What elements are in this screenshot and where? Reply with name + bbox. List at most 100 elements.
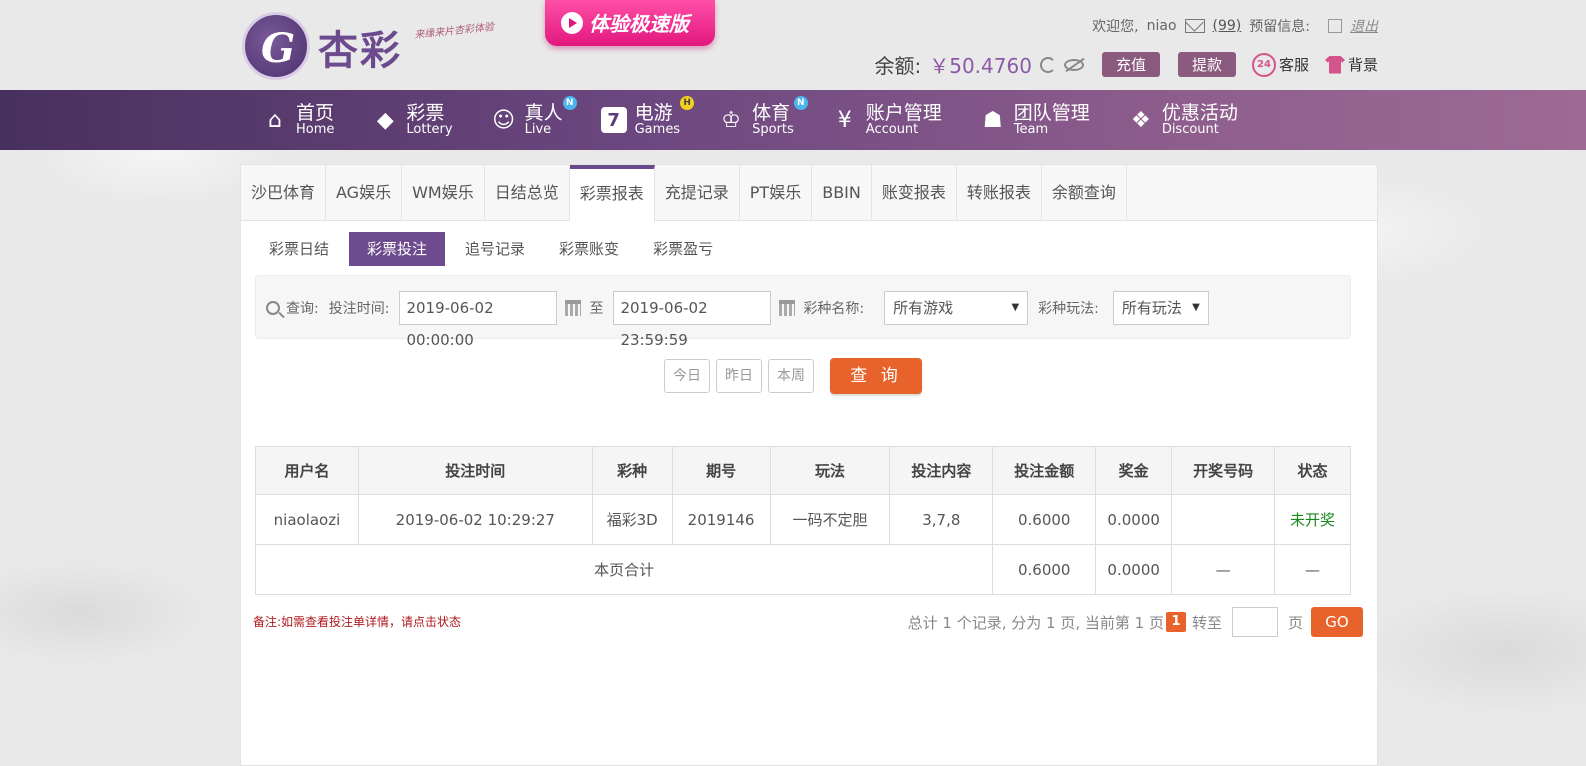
nav-label: 彩票 [406, 102, 445, 124]
balance-label: 余额: [874, 54, 922, 78]
hide-balance-icon[interactable] [1063, 58, 1084, 71]
subtab-1[interactable]: 彩票投注 [349, 232, 446, 266]
gift-icon: ❖ [1130, 107, 1151, 133]
play-icon [561, 12, 583, 34]
calendar-icon[interactable] [565, 300, 582, 316]
subtab-2[interactable]: 追号记录 [451, 232, 539, 266]
summary-status: — [1274, 544, 1351, 595]
nav-item-discount[interactable]: ❖ 优惠活动 Discount [1128, 90, 1238, 150]
team-icon: ☗ [982, 107, 1003, 133]
lottery-select[interactable]: 所有游戏 ▼ [884, 291, 1029, 325]
tab-9[interactable]: 转账报表 [957, 165, 1042, 221]
bet-table: 用户名 投注时间 彩种 期号 玩法 投注内容 投注金额 奖金 开奖号码 状态 niaolaozi 2… [254, 446, 1351, 595]
tab-7[interactable]: BBIN [812, 165, 872, 221]
play-type-select[interactable]: 所有玩法 ▼ [1112, 291, 1209, 325]
column-header: 开奖号码 [1171, 446, 1276, 495]
report-tabs: 沙巴体育 AG娱乐 WM娱乐 日结总览 彩票报表 充提记录 PT娱乐 BBIN 账变报表 转账报表… [241, 165, 1377, 222]
table-cell: 福彩3D [591, 494, 673, 545]
tab-0[interactable]: 沙巴体育 [241, 165, 327, 221]
column-header: 奖金 [1095, 446, 1173, 495]
bet-time-label: 投注时间: [328, 301, 390, 317]
today-button[interactable]: 今日 [664, 359, 710, 393]
subtab-4[interactable]: 彩票盈亏 [639, 232, 727, 266]
brand-logo[interactable]: G 杏彩 来缘来片杏彩体验 [242, 10, 512, 82]
query-label: 查询: [286, 301, 319, 317]
withdraw-button[interactable]: 提款 [1177, 52, 1236, 77]
deposit-button[interactable]: 充值 [1101, 52, 1160, 77]
nav-item-account[interactable]: ¥ 账户管理 Account [832, 90, 942, 150]
nav-item-team[interactable]: ☗ 团队管理 Team [980, 90, 1090, 150]
tab-10[interactable]: 余额查询 [1042, 165, 1127, 221]
tab-5[interactable]: 充提记录 [655, 165, 740, 221]
customer-service-icon: 24 [1251, 52, 1276, 77]
chevron-down-icon: ▼ [1192, 302, 1200, 313]
summary-bonus: 0.0000 [1095, 544, 1173, 595]
table-cell [1171, 494, 1276, 545]
brand-name: 杏彩 [318, 27, 402, 74]
site-header: G 杏彩 来缘来片杏彩体验 体验极速版 欢迎您, niao (99) 预留信息:… [0, 0, 1586, 90]
promo-fast-version-button[interactable]: 体验极速版 [545, 0, 715, 46]
column-header: 用户名 [255, 446, 359, 495]
customer-service-link[interactable]: 24 客服 [1251, 52, 1309, 77]
current-page-number[interactable]: 1 [1165, 612, 1186, 632]
nav-item-live[interactable]: ☺ 真人 Live N [491, 90, 577, 150]
subtab-0[interactable]: 彩票日结 [255, 232, 343, 266]
tab-8[interactable]: 账变报表 [872, 165, 957, 221]
table-cell: 2019-06-02 10:29:27 [357, 494, 593, 545]
logo-emblem: G [242, 12, 310, 80]
tab-4[interactable]: 彩票报表 [569, 165, 655, 222]
ticket-icon: ◆ [376, 107, 394, 133]
subtab-3[interactable]: 彩票账变 [545, 232, 633, 266]
background-link[interactable]: 背景 [1324, 54, 1378, 75]
tab-2[interactable]: WM娱乐 [402, 165, 485, 221]
column-header: 玩法 [769, 446, 891, 495]
table-cell: 3,7,8 [889, 494, 994, 545]
nav-sublabel: Home [296, 122, 335, 137]
chevron-down-icon: ▼ [1011, 302, 1020, 313]
tab-6[interactable]: PT娱乐 [740, 165, 813, 221]
table-cell: 0.0000 [1095, 494, 1173, 545]
go-button[interactable]: GO [1311, 607, 1363, 637]
column-header: 投注时间 [357, 446, 593, 495]
balance-value: ￥50.4760 [929, 54, 1032, 78]
pagination: 总计 1 个记录, 分为 1 页, 当前第 1 页 1 转至 页 GO [908, 607, 1363, 637]
logout-link[interactable]: 退出 [1350, 16, 1378, 36]
pager-summary: 总计 1 个记录, 分为 1 页, 当前第 1 页 [907, 613, 1164, 632]
goto-page-input[interactable] [1231, 607, 1278, 637]
slot-seven-icon: 7 [600, 107, 627, 133]
nav-sublabel: Lottery [406, 122, 453, 137]
nav-badge: N [562, 96, 577, 110]
balance-bar: 余额: ￥50.4760 充值 提款 24 客服 背景 [874, 50, 1378, 79]
summary-label: 本页合计 [254, 544, 994, 595]
tab-1[interactable]: AG娱乐 [326, 165, 403, 221]
nav-item-games[interactable]: 7 电游 Games H [600, 90, 695, 150]
status-link[interactable]: 未开奖 [1274, 494, 1351, 545]
column-header: 投注金额 [992, 446, 1097, 495]
nav-label: 体育 [752, 102, 791, 124]
column-header: 投注内容 [889, 446, 994, 495]
end-time-input[interactable]: 2019-06-02 23:59:59 [613, 291, 772, 349]
play-type-label: 彩种玩法: [1038, 301, 1099, 317]
user-info-bar: 欢迎您, niao (99) 预留信息: 退出 [1092, 16, 1378, 36]
calendar-icon[interactable] [779, 300, 796, 316]
edit-icon[interactable] [1328, 19, 1342, 33]
nav-sublabel: Games [634, 122, 681, 137]
welcome-text: 欢迎您, [1092, 19, 1139, 35]
table-cell: 0.6000 [992, 494, 1097, 545]
mail-icon[interactable] [1184, 19, 1205, 33]
yesterday-button[interactable]: 昨日 [716, 359, 762, 393]
nav-badge: H [680, 96, 695, 110]
search-form: 查询: 投注时间: 2019-06-02 00:00:00 至 2019-06-… [255, 275, 1351, 349]
nav-item-home[interactable]: ⌂ 首页 Home [262, 90, 334, 150]
message-count-link[interactable]: (99) [1213, 18, 1242, 34]
nav-item-lottery[interactable]: ◆ 彩票 Lottery [372, 90, 453, 150]
query-button[interactable]: 查 询 [830, 358, 922, 394]
nav-label: 真人 [524, 102, 563, 124]
goto-label: 转至 [1191, 613, 1222, 632]
this-week-button[interactable]: 本周 [768, 359, 814, 393]
refresh-icon[interactable] [1039, 56, 1056, 73]
start-time-input[interactable]: 2019-06-02 00:00:00 [399, 291, 558, 349]
nav-item-sports[interactable]: ♔ 体育 Sports N [718, 90, 808, 150]
nav-label: 团队管理 [1013, 102, 1090, 124]
tab-3[interactable]: 日结总览 [485, 165, 570, 221]
